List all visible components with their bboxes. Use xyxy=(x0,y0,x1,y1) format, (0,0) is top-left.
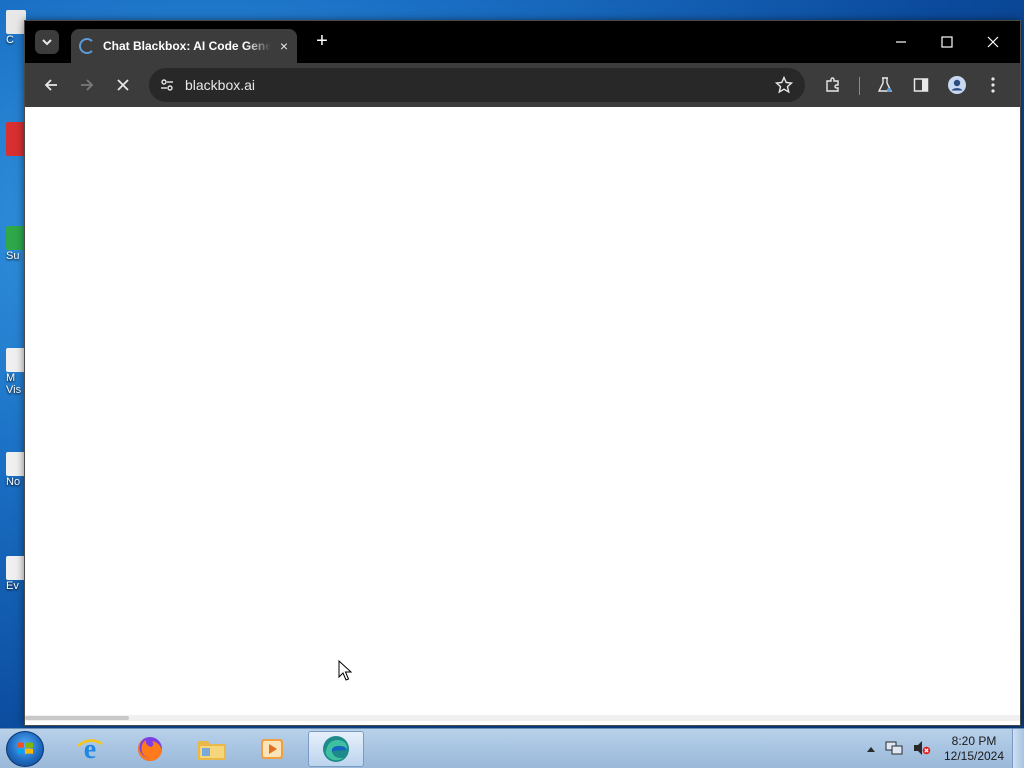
browser-toolbar: blackbox.ai xyxy=(25,63,1020,107)
desktop-icon[interactable]: M Vis xyxy=(0,348,26,396)
new-tab-button[interactable]: + xyxy=(311,30,333,52)
desktop-icon-label: M xyxy=(6,372,16,384)
stop-loading-icon xyxy=(117,79,129,91)
loading-spinner-icon xyxy=(79,38,95,54)
url-text[interactable]: blackbox.ai xyxy=(185,77,255,93)
tab-search-button[interactable] xyxy=(35,30,59,54)
close-window-button[interactable] xyxy=(978,29,1008,55)
mouse-cursor-icon xyxy=(338,660,352,681)
taskbar: e 8:20 PM 12/15/2024 xyxy=(0,728,1024,768)
system-tray: 8:20 PM 12/15/2024 xyxy=(862,729,1024,768)
tune-icon xyxy=(161,79,173,91)
desktop-icon-label: C xyxy=(6,34,14,46)
stop-button[interactable] xyxy=(111,73,135,97)
taskbar-file-explorer[interactable] xyxy=(184,731,240,767)
horizontal-scrollbar[interactable] xyxy=(25,715,1020,721)
back-arrow-icon xyxy=(44,79,57,91)
maximize-icon xyxy=(941,36,953,48)
clock-time: 8:20 PM xyxy=(951,734,997,748)
forward-button[interactable] xyxy=(75,73,99,97)
desktop-icon[interactable]: Ev xyxy=(0,556,26,592)
extensions-button[interactable] xyxy=(821,73,845,97)
star-icon xyxy=(774,75,794,94)
side-panel-icon xyxy=(913,78,929,92)
toolbar-divider xyxy=(859,77,860,95)
svg-text:e: e xyxy=(84,734,96,764)
close-icon xyxy=(987,36,999,48)
puzzle-icon xyxy=(826,77,839,92)
site-info-button[interactable] xyxy=(159,77,175,93)
minimize-icon xyxy=(896,41,906,43)
start-button[interactable] xyxy=(6,731,44,767)
taskbar-media-player[interactable] xyxy=(244,731,300,767)
desktop-icon[interactable]: Su xyxy=(0,226,26,262)
clock-date: 12/15/2024 xyxy=(943,749,1005,763)
chevron-down-icon xyxy=(42,39,52,46)
edge-browser-icon xyxy=(323,736,349,762)
browser-window: Chat Blackbox: AI Code Generator × + xyxy=(24,20,1021,726)
desktop-icon[interactable] xyxy=(0,122,26,156)
forward-arrow-icon xyxy=(81,79,94,91)
profile-button[interactable] xyxy=(945,73,969,97)
browser-menu-button[interactable] xyxy=(981,73,1005,97)
taskbar-edge-browser[interactable] xyxy=(308,731,364,767)
scrollbar-thumb[interactable] xyxy=(25,716,129,720)
page-content xyxy=(25,107,1020,721)
tab-close-icon[interactable]: × xyxy=(277,38,291,54)
back-button[interactable] xyxy=(39,73,63,97)
desktop-icon-label: Ev xyxy=(6,580,19,592)
network-icon[interactable] xyxy=(885,740,903,759)
desktop-icon[interactable]: No xyxy=(0,452,26,488)
address-bar[interactable]: blackbox.ai xyxy=(149,68,805,102)
desktop-icon-label: Vis xyxy=(6,384,22,396)
bookmark-button[interactable] xyxy=(774,75,794,94)
tab-title: Chat Blackbox: AI Code Generator xyxy=(103,39,271,53)
kebab-menu-icon xyxy=(991,77,995,93)
title-bar[interactable]: Chat Blackbox: AI Code Generator × + xyxy=(25,21,1020,63)
desktop-icon-label: Su xyxy=(6,250,20,262)
folder-icon xyxy=(198,741,226,760)
tray-overflow-icon[interactable] xyxy=(867,743,875,755)
media-player-icon xyxy=(261,739,283,759)
flask-icon xyxy=(877,77,893,92)
labs-button[interactable] xyxy=(873,73,897,97)
internet-explorer-icon: e xyxy=(77,734,103,764)
volume-muted-icon[interactable] xyxy=(913,740,931,759)
windows-logo-icon xyxy=(17,742,33,754)
taskbar-clock[interactable]: 8:20 PM 12/15/2024 xyxy=(942,734,1006,764)
side-panel-button[interactable] xyxy=(909,73,933,97)
taskbar-internet-explorer[interactable]: e xyxy=(62,731,118,767)
account-icon xyxy=(948,76,966,94)
desktop-icon-label: No xyxy=(6,476,21,488)
browser-tab[interactable]: Chat Blackbox: AI Code Generator × xyxy=(71,29,297,63)
taskbar-firefox[interactable] xyxy=(122,731,178,767)
maximize-button[interactable] xyxy=(932,29,962,55)
desktop-icon[interactable]: C xyxy=(0,10,26,46)
firefox-icon xyxy=(138,737,162,761)
minimize-button[interactable] xyxy=(886,29,916,55)
show-desktop-button[interactable] xyxy=(1012,729,1024,768)
